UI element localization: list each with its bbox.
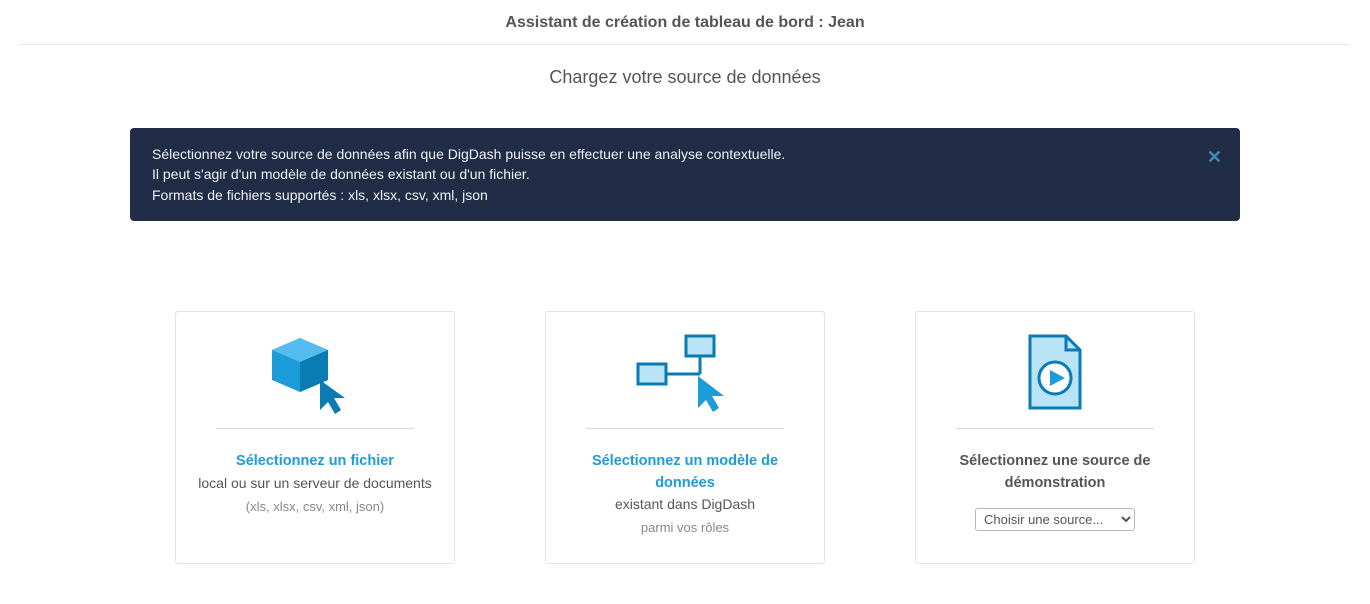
card-subtitle: existant dans DigDash [568,496,802,512]
page-title: Assistant de création de tableau de bord… [20,14,1350,32]
divider [956,428,1154,429]
card-title: Sélectionnez un modèle de données [568,451,802,495]
card-select-file[interactable]: Sélectionnez un fichier local ou sur un … [175,311,455,565]
card-select-demo: Sélectionnez une source de démonstration… [915,311,1195,565]
card-note: (xls, xlsx, csv, xml, json) [198,499,432,514]
info-line-1: Sélectionnez votre source de données afi… [152,144,1218,164]
card-select-model[interactable]: Sélectionnez un modèle de données exista… [545,311,825,565]
info-banner: Sélectionnez votre source de données afi… [130,128,1240,221]
wizard-header: Assistant de création de tableau de bord… [20,0,1350,45]
cube-cursor-icon [198,330,432,420]
info-line-2: Il peut s'agir d'un modèle de données ex… [152,164,1218,184]
card-title: Sélectionnez une source de démonstration [938,451,1172,495]
source-cards-row: Sélectionnez un fichier local ou sur un … [0,311,1370,565]
card-title: Sélectionnez un fichier [198,451,432,473]
divider [216,428,414,429]
close-icon[interactable]: ✕ [1207,144,1222,170]
demo-source-select[interactable]: Choisir une source... [975,508,1135,531]
info-line-3: Formats de fichiers supportés : xls, xls… [152,185,1218,205]
card-note: parmi vos rôles [568,520,802,535]
divider [586,428,784,429]
page-subtitle: Chargez votre source de données [0,45,1370,98]
card-title-accent: Sélectionnez un fichier [236,453,394,469]
flowchart-cursor-icon [568,330,802,420]
card-subtitle: local ou sur un serveur de documents [198,475,432,491]
file-play-icon [938,330,1172,420]
card-title-accent: Sélectionnez un modèle de données [592,453,778,491]
